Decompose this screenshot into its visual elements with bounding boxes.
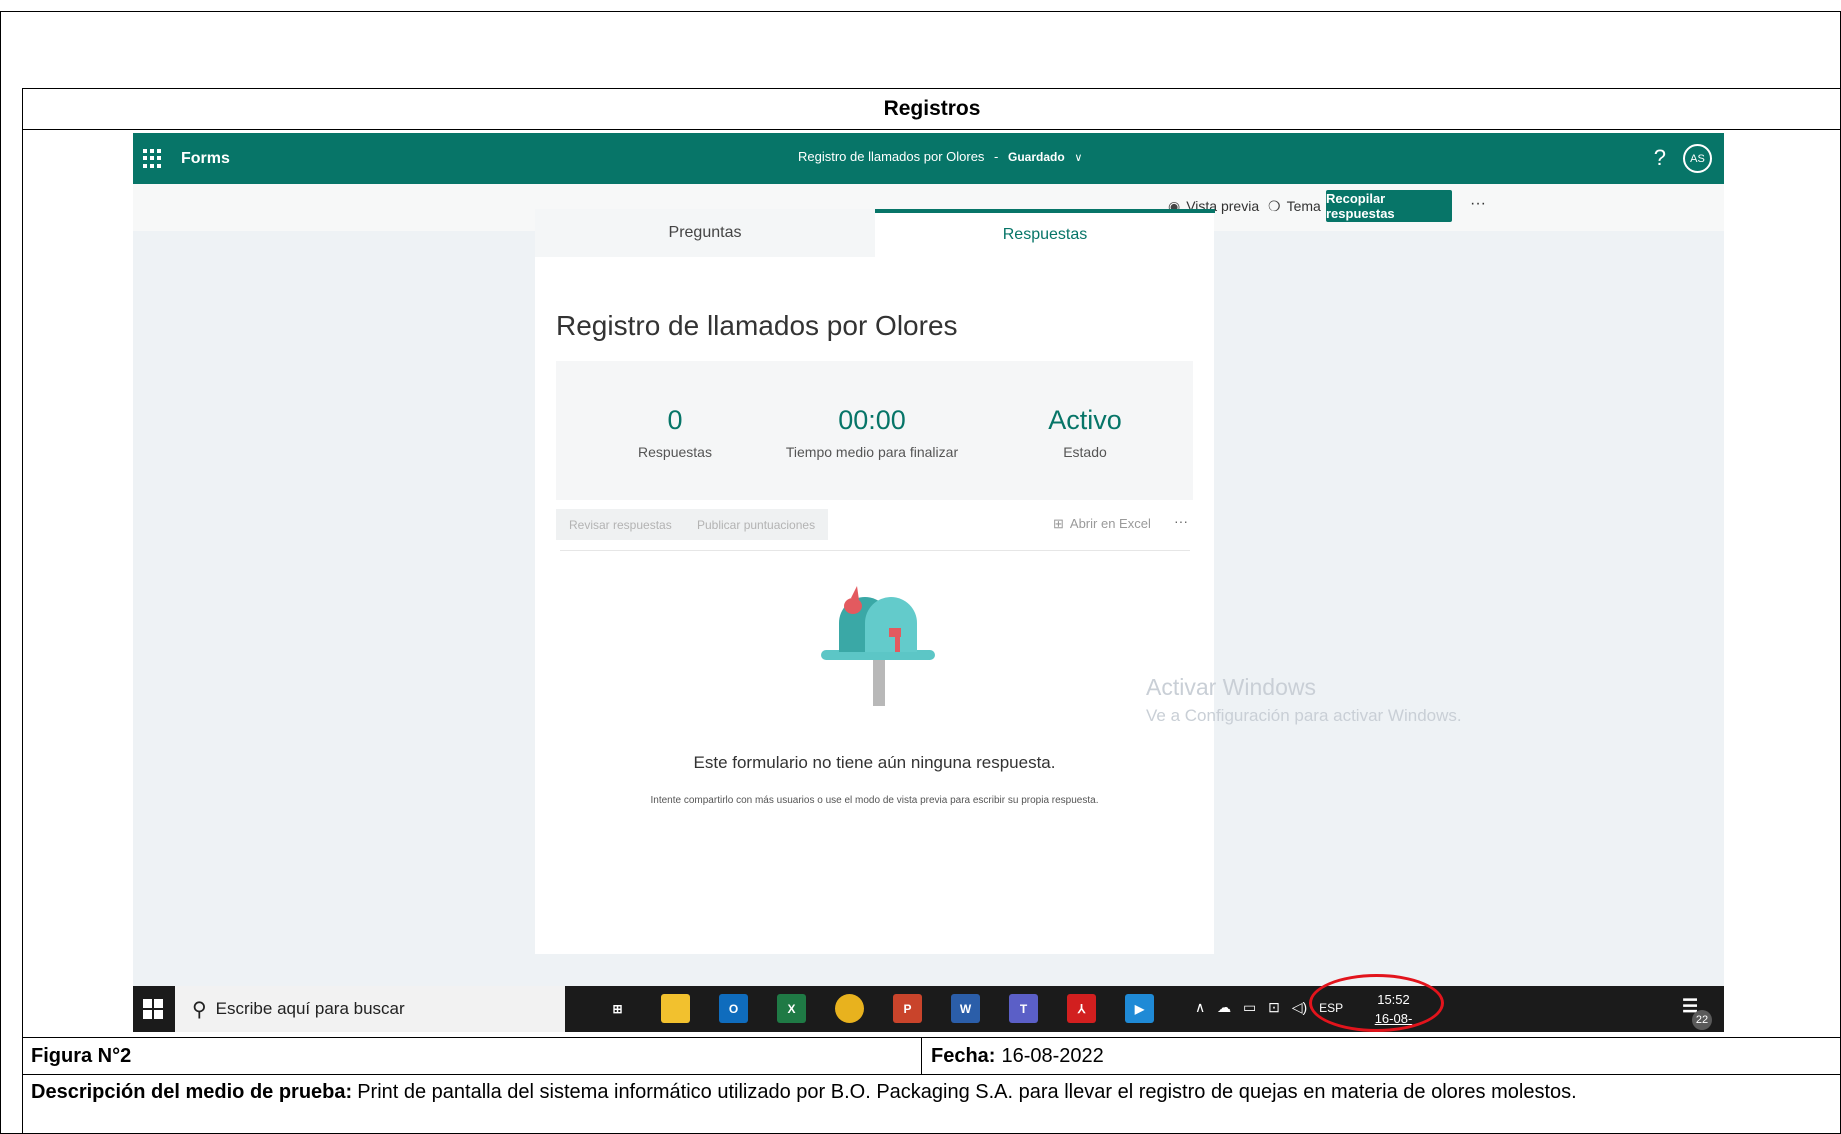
stat-label: Estado xyxy=(1063,444,1107,460)
notification-count-badge: 22 xyxy=(1692,1010,1712,1030)
acrobat-icon[interactable]: ⅄ xyxy=(1067,994,1096,1023)
windows-taskbar: ⚲ Escribe aquí para buscar ⊞ O X P W T ⅄… xyxy=(133,974,1724,1032)
tab-questions[interactable]: Preguntas xyxy=(535,209,875,257)
stat-value: Activo xyxy=(1048,405,1122,435)
excel-icon: ⊞ xyxy=(1053,516,1064,531)
stat-status: Activo Estado xyxy=(985,405,1185,460)
forms-screenshot: Forms Registro de llamados por Olores - … xyxy=(133,133,1724,1032)
network-icon[interactable]: ⊡ xyxy=(1268,999,1280,1015)
chevron-down-icon[interactable]: ∨ xyxy=(1074,152,1082,164)
more-options-icon[interactable]: ··· xyxy=(1470,195,1486,213)
media-player-icon[interactable]: ▶ xyxy=(1125,994,1154,1023)
stat-value: 0 xyxy=(667,405,683,435)
excel-label: Abrir en Excel xyxy=(1069,516,1151,531)
stat-responses: 0 Respuestas xyxy=(575,405,775,460)
chrome-icon[interactable] xyxy=(835,994,864,1023)
word-icon[interactable]: W xyxy=(951,994,980,1023)
date-cell: Fecha: 16-08-2022 xyxy=(922,1038,1841,1074)
date-label: Fecha: xyxy=(931,1044,996,1067)
teams-icon[interactable]: T xyxy=(1009,994,1038,1023)
avatar[interactable]: AS xyxy=(1683,144,1712,173)
highlight-circle xyxy=(1309,974,1444,1032)
excel-icon[interactable]: X xyxy=(777,994,806,1023)
file-explorer-icon[interactable] xyxy=(661,994,690,1023)
empty-state-hint: Intente compartirlo con más usuarios o u… xyxy=(650,795,1099,806)
powerpoint-icon[interactable]: P xyxy=(893,994,922,1023)
stat-avg-time: 00:00 Tiempo medio para finalizar xyxy=(772,405,972,460)
app-name[interactable]: Forms xyxy=(181,150,230,168)
summary-stats: 0 Respuestas 00:00 Tiempo medio para fin… xyxy=(556,361,1193,500)
windows-start-icon[interactable] xyxy=(143,999,163,1019)
form-title: Registro de llamados por Olores xyxy=(556,310,958,341)
header-separator: - xyxy=(994,149,999,164)
task-view-icon[interactable]: ⊞ xyxy=(603,994,632,1023)
help-icon[interactable]: ? xyxy=(1654,145,1666,171)
app-header: Forms Registro de llamados por Olores - … xyxy=(133,133,1724,184)
open-in-excel-button[interactable]: ⊞ Abrir en Excel xyxy=(1053,516,1151,532)
onedrive-icon[interactable]: ☁ xyxy=(1217,999,1231,1015)
description-label: Descripción del medio de prueba: xyxy=(31,1081,353,1103)
form-card: Preguntas Respuestas Registro de llamado… xyxy=(535,209,1215,954)
header-doc-name: Registro de llamados por Olores xyxy=(798,149,985,164)
description-text: Print de pantalla del sistema informátic… xyxy=(357,1081,1577,1103)
stat-label: Tiempo medio para finalizar xyxy=(785,444,959,460)
more-options-icon[interactable]: ··· xyxy=(1174,513,1188,529)
search-icon: ⚲ xyxy=(192,998,207,1021)
chevron-up-icon[interactable]: ∧ xyxy=(1195,999,1205,1015)
document-title: Registros xyxy=(22,88,1841,130)
mailbox-illustration xyxy=(821,586,935,706)
volume-icon[interactable]: ◁) xyxy=(1292,999,1307,1015)
date-value: 16-08-2022 xyxy=(1001,1044,1104,1067)
watermark-title: Activar Windows xyxy=(1146,674,1316,700)
search-placeholder: Escribe aquí para buscar xyxy=(215,999,405,1018)
review-responses-button[interactable]: Revisar respuestas xyxy=(556,509,685,540)
stat-label: Respuestas xyxy=(638,444,712,460)
palette-icon: ❍ xyxy=(1268,198,1281,214)
publish-scores-button[interactable]: Publicar puntuaciones xyxy=(684,509,829,540)
stat-value: 00:00 xyxy=(838,405,906,435)
header-doc-title[interactable]: Registro de llamados por Olores - Guarda… xyxy=(798,149,1082,164)
watermark-subtitle: Ve a Configuración para activar Windows. xyxy=(1146,706,1462,725)
description-row: Descripción del medio de prueba: Print de… xyxy=(22,1075,1841,1134)
divider xyxy=(560,550,1190,551)
figure-label: Figura N°2 xyxy=(23,1038,922,1074)
app-launcher-icon[interactable] xyxy=(143,148,163,169)
empty-state-message: Este formulario no tiene aún ninguna res… xyxy=(693,753,1056,772)
tab-responses[interactable]: Respuestas xyxy=(875,209,1215,257)
figure-meta-row: Figura N°2 Fecha: 16-08-2022 xyxy=(22,1037,1841,1075)
save-status: Guardado xyxy=(1008,150,1065,164)
battery-icon[interactable]: ▭ xyxy=(1243,999,1256,1015)
taskbar-search[interactable]: ⚲ Escribe aquí para buscar xyxy=(175,986,565,1032)
collect-responses-button[interactable]: Recopilar respuestas xyxy=(1326,190,1452,222)
theme-label: Tema xyxy=(1286,198,1321,214)
outlook-icon[interactable]: O xyxy=(719,994,748,1023)
theme-button[interactable]: ❍ Tema xyxy=(1268,198,1321,215)
activate-windows-watermark: Activar Windows Ve a Configuración para … xyxy=(1146,674,1462,726)
